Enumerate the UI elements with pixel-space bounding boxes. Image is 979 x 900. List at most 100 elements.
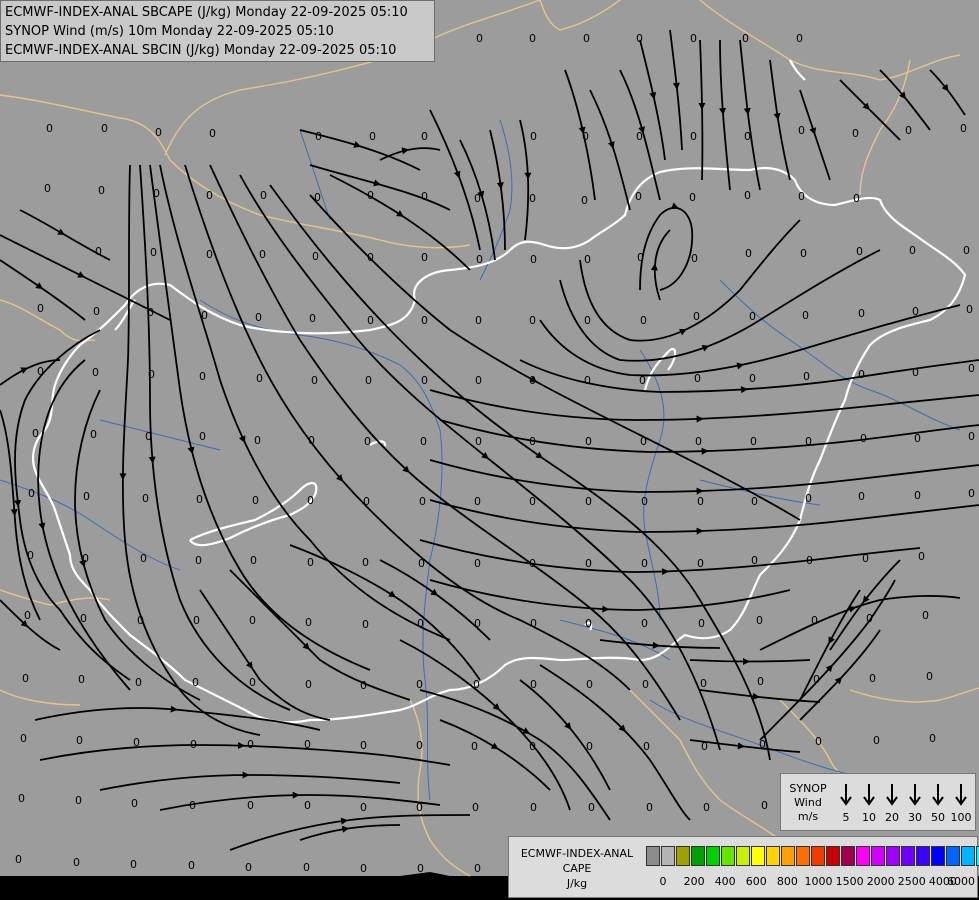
- station-value: 0: [803, 370, 810, 383]
- station-value: 0: [529, 495, 536, 508]
- station-value: 0: [757, 675, 764, 688]
- cape-color-swatch: [766, 846, 780, 866]
- station-value: 0: [581, 194, 588, 207]
- station-value: 0: [530, 253, 537, 266]
- station-value: 0: [20, 732, 27, 745]
- station-value: 0: [206, 248, 213, 261]
- wind-legend-value: 10: [862, 811, 876, 824]
- station-value: 0: [360, 679, 367, 692]
- cape-color-swatch: [796, 846, 810, 866]
- station-value: 0: [367, 314, 374, 327]
- station-value: 0: [195, 554, 202, 567]
- station-value: 0: [529, 192, 536, 205]
- station-value: 0: [805, 492, 812, 505]
- map-title-box: ECMWF-INDEX-ANAL SBCAPE (J/kg) Monday 22…: [0, 0, 435, 62]
- wind-legend-title-line: Wind: [794, 796, 822, 809]
- station-value: 0: [640, 435, 647, 448]
- station-value: 0: [922, 609, 929, 622]
- station-value: 0: [968, 362, 975, 375]
- station-value: 0: [697, 557, 704, 570]
- station-value: 0: [697, 495, 704, 508]
- wind-legend-value: 30: [908, 811, 922, 824]
- station-value: 0: [254, 434, 261, 447]
- station-value: 0: [751, 495, 758, 508]
- station-value: 0: [189, 799, 196, 812]
- station-value: 0: [744, 189, 751, 202]
- station-value: 0: [311, 374, 318, 387]
- station-value: 0: [83, 490, 90, 503]
- station-value: 0: [869, 672, 876, 685]
- station-value: 0: [24, 609, 31, 622]
- station-value: 0: [140, 552, 147, 565]
- station-value: 0: [22, 672, 29, 685]
- cape-color-swatch: [676, 846, 690, 866]
- station-value: 0: [860, 432, 867, 445]
- station-value: 0: [759, 738, 766, 751]
- cape-color-swatch: [811, 846, 825, 866]
- cape-tick-label: 1000: [804, 875, 833, 888]
- station-value: 0: [909, 244, 916, 257]
- station-value: 0: [529, 32, 536, 45]
- station-value: 0: [635, 190, 642, 203]
- station-value: 0: [259, 248, 266, 261]
- station-value: 0: [798, 124, 805, 137]
- station-value: 0: [305, 616, 312, 629]
- station-value: 0: [585, 495, 592, 508]
- station-value: 0: [416, 739, 423, 752]
- wind-arrow-icon: [909, 784, 921, 806]
- cape-color-swatch: [886, 846, 900, 866]
- station-value: 0: [530, 617, 537, 630]
- station-value: 0: [307, 494, 314, 507]
- station-value: 0: [417, 617, 424, 630]
- station-value: 0: [584, 374, 591, 387]
- station-value: 0: [471, 740, 478, 753]
- station-value: 0: [309, 312, 316, 325]
- wind-legend: SYNOP Wind m/s 5 10 20 30 50 100: [780, 773, 976, 831]
- station-value: 0: [307, 556, 314, 569]
- station-value: 0: [588, 801, 595, 814]
- cape-color-swatch: [826, 846, 840, 866]
- station-value: 0: [37, 365, 44, 378]
- cape-color-swatch: [931, 846, 945, 866]
- station-value: 0: [691, 252, 698, 265]
- station-value: 0: [476, 253, 483, 266]
- station-value: 0: [858, 368, 865, 381]
- title-synop-wind: SYNOP Wind (m/s) 10m Monday 22-09-2025 0…: [5, 24, 334, 39]
- cape-legend: ECMWF-INDEX-ANAL CAPE J/kg 0 200 400 600 800…: [508, 836, 979, 898]
- station-value: 0: [811, 614, 818, 627]
- station-value: 0: [145, 430, 152, 443]
- station-value: 0: [76, 734, 83, 747]
- cape-legend-title: ECMWF-INDEX-ANAL CAPE J/kg: [511, 846, 643, 891]
- station-value: 0: [78, 673, 85, 686]
- station-value: 0: [209, 127, 216, 140]
- station-value: 0: [701, 740, 708, 753]
- station-value: 0: [255, 311, 262, 324]
- station-value: 0: [530, 801, 537, 814]
- station-value: 0: [82, 552, 89, 565]
- station-value: 0: [133, 736, 140, 749]
- station-value: 0: [960, 122, 967, 135]
- station-value: 0: [192, 676, 199, 689]
- station-value: 0: [474, 495, 481, 508]
- station-value: 0: [914, 432, 921, 445]
- station-value: 0: [914, 489, 921, 502]
- station-value: 0: [584, 253, 591, 266]
- station-value: 0: [18, 792, 25, 805]
- station-value: 0: [476, 32, 483, 45]
- station-value: 0: [968, 487, 975, 500]
- station-value: 0: [761, 799, 768, 812]
- cape-color-swatch: [691, 846, 705, 866]
- station-value: 0: [582, 130, 589, 143]
- station-value: 0: [369, 130, 376, 143]
- cape-legend-title-line: CAPE: [562, 862, 592, 875]
- station-value: 0: [584, 314, 591, 327]
- station-value: 0: [641, 495, 648, 508]
- station-value: 0: [912, 305, 919, 318]
- wind-legend-value: 5: [842, 811, 850, 824]
- station-value: 0: [150, 246, 157, 259]
- station-value: 0: [749, 372, 756, 385]
- station-value: 0: [475, 314, 482, 327]
- station-value: 0: [304, 738, 311, 751]
- station-value: 0: [586, 740, 593, 753]
- station-value: 0: [585, 557, 592, 570]
